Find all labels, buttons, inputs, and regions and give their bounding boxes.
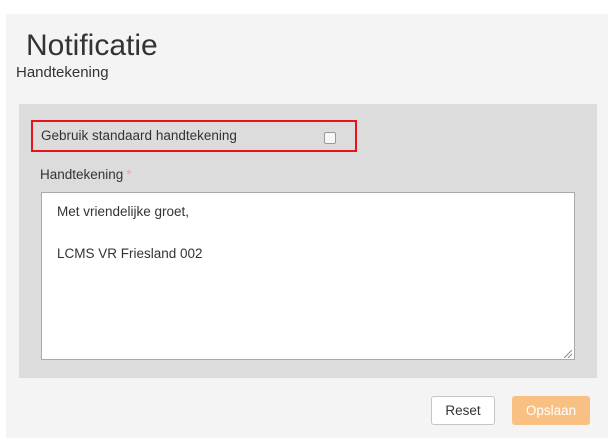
use-default-signature-checkbox[interactable] bbox=[324, 132, 336, 144]
use-default-signature-row: Gebruik standaard handtekening bbox=[31, 120, 357, 152]
required-marker: * bbox=[126, 167, 132, 182]
page: Notificatie Handtekening Gebruik standaa… bbox=[0, 0, 608, 438]
resize-grip-icon[interactable] bbox=[564, 350, 572, 358]
signature-label-text: Handtekening bbox=[40, 167, 124, 182]
reset-button[interactable]: Reset bbox=[431, 396, 495, 425]
main-content: Notificatie Handtekening Gebruik standaa… bbox=[6, 14, 608, 438]
signature-form-panel: Gebruik standaard handtekening Handteken… bbox=[19, 104, 597, 378]
page-title: Notificatie bbox=[26, 29, 158, 62]
use-default-signature-label[interactable]: Gebruik standaard handtekening bbox=[41, 128, 237, 144]
save-button[interactable]: Opslaan bbox=[512, 396, 590, 425]
page-subtitle: Handtekening bbox=[16, 64, 109, 81]
signature-field-label: Handtekening * bbox=[40, 167, 132, 183]
signature-textarea[interactable]: Met vriendelijke groet, LCMS VR Frieslan… bbox=[41, 192, 575, 360]
